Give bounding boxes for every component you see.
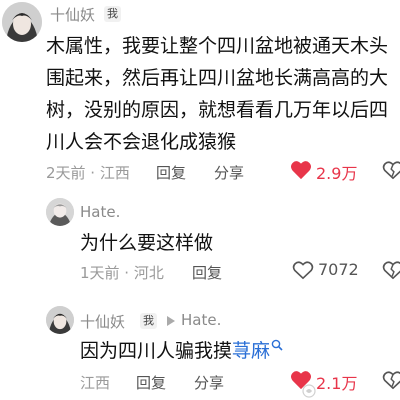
avatar[interactable] (46, 198, 74, 226)
avatar-illustration (46, 306, 74, 334)
share-button[interactable]: 分享 (194, 372, 224, 393)
share-button[interactable]: 分享 (214, 162, 244, 183)
dislike-button[interactable] (382, 370, 400, 392)
like-count: 2.1万 (316, 374, 358, 393)
reply-button[interactable]: 回复 (136, 372, 166, 393)
comment-body[interactable]: 木属性，我要让整个四川盆地被通天木头 围起来，然后再让四川盆地长满高高的大 树，… (46, 30, 396, 158)
heart-broken-icon (382, 261, 400, 280)
reply-to-author[interactable]: Hate. (181, 311, 221, 329)
comment-line: 川人会不会退化成猿猴 (46, 131, 237, 153)
like-count: 7072 (318, 260, 359, 279)
like-count: 2.9万 (316, 164, 358, 183)
heart-icon (292, 261, 314, 280)
avatar[interactable] (46, 306, 74, 334)
reply-text: 因为四川人骗我摸 (80, 340, 233, 362)
like-button[interactable]: 7072 (292, 260, 362, 282)
comment-time-location: 2天前 · 江西 (46, 164, 130, 182)
reply-body[interactable]: 为什么要这样做 (80, 227, 213, 259)
reply-button[interactable]: 回复 (156, 162, 186, 183)
reply-author[interactable]: Hate. (80, 203, 120, 221)
reply-time-location: 1天前 · 河北 (80, 264, 164, 282)
comment-line: 围起来，然后再让四川盆地长满高高的大 (46, 67, 389, 89)
author-badge: 我 (140, 313, 157, 329)
reply-location: 江西 (80, 374, 111, 392)
avatar-illustration (46, 198, 74, 226)
heart-broken-icon (382, 371, 400, 390)
search-icon[interactable] (271, 339, 283, 351)
watermark-logo (302, 384, 316, 398)
author-badge: 我 (104, 6, 121, 22)
reply-body[interactable]: 因为四川人骗我摸荨麻 (80, 335, 283, 367)
heart-icon (291, 161, 311, 180)
avatar[interactable] (2, 2, 42, 42)
comment-line: 木属性，我要让整个四川盆地被通天木头 (46, 35, 389, 57)
dislike-button[interactable] (382, 160, 400, 182)
avatar-illustration (2, 2, 42, 42)
like-button[interactable]: 2.9万 (290, 160, 357, 183)
reply-author[interactable]: 十仙妖 (80, 311, 125, 332)
triangle-right-icon (167, 316, 175, 326)
heart-broken-icon (382, 161, 400, 180)
comment-line: 树，没别的原因，就想看看几万年以后四 (46, 99, 389, 121)
like-button[interactable]: 2.1万 (290, 370, 357, 393)
dislike-button[interactable] (382, 260, 400, 282)
search-keyword-link[interactable]: 荨麻 (232, 340, 270, 362)
reply-button[interactable]: 回复 (192, 262, 222, 283)
comment-author[interactable]: 十仙妖 (50, 4, 95, 25)
